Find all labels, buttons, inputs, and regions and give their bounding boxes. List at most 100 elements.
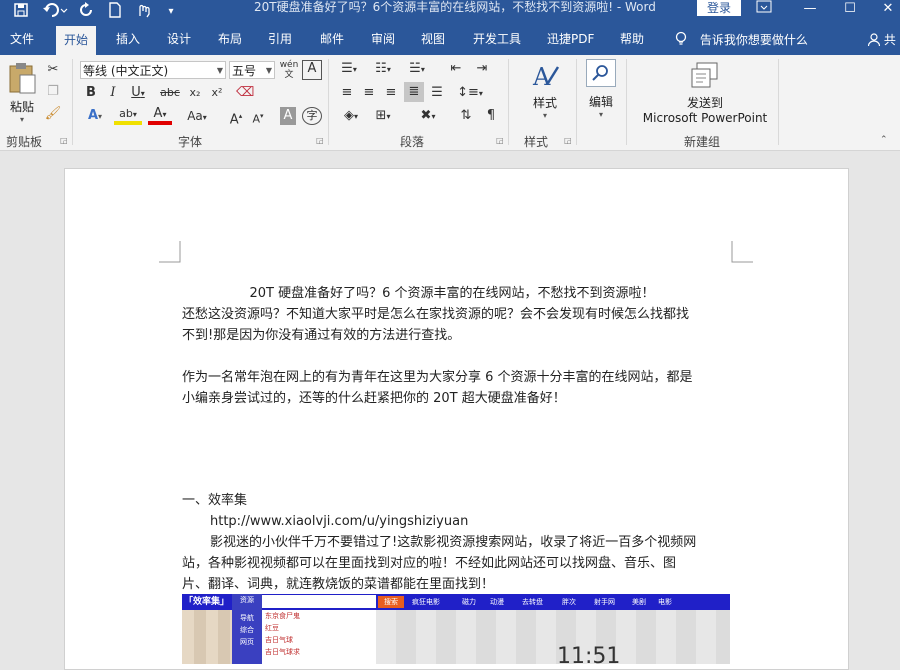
image-suggestion: 吉日气球求 [265,648,300,656]
styles-launcher-icon[interactable]: ◲ [564,136,572,145]
paragraph-1-line-2[interactable]: 不到!那是因为你没有通过有效的方法进行查找。 [182,325,732,346]
styles-dropdown-icon: ▾ [542,111,547,120]
justify-icon[interactable]: ≣ [404,82,424,102]
image-nav: 资源 导航 综合 网页 [232,594,262,664]
strikethrough-icon[interactable]: abc [160,84,180,102]
editing-label: 编辑 [588,95,613,109]
tab-design[interactable]: 设计 [167,31,191,55]
tab-home[interactable]: 开始 [56,26,97,55]
find-icon [586,59,616,87]
tab-file[interactable]: 文件 [10,31,34,55]
tell-me-search[interactable]: 告诉我你想要做什么 [674,31,808,48]
image-nav-item: 综合 [240,626,254,634]
paste-button[interactable]: 粘贴 ▾ [6,61,38,124]
paragraph-1-line-1[interactable]: 还愁这没资源吗？不知道大家平时是怎么在家找资源的呢？会不会发现有时候怎么找都找 [182,304,732,325]
image-clock: 11:51 [557,644,621,664]
underline-icon[interactable]: U▾ [128,84,148,102]
send-to-powerpoint-button[interactable]: 发送到 Microsoft PowerPoint [640,61,770,125]
styles-button[interactable]: A 样式 ▾ [526,61,564,120]
login-button[interactable]: 登录 [697,0,741,16]
section-1-url[interactable]: http://www.xiaolvji.com/u/yingshiziyuan [210,511,760,532]
section-1-line-1[interactable]: 影视迷的小伙伴千万不要错过了!这款影视资源搜索网站，收录了将近一百多个视频网 [210,532,760,553]
customize-icon[interactable]: ▾ [160,2,182,22]
image-menu-item: 胖次 [562,598,576,606]
document-title-line[interactable]: 20T 硬盘准备好了吗？6 个资源丰富的在线网站，不愁找不到资源啦！ [182,283,722,304]
clipboard-launcher-icon[interactable]: ◲ [60,136,68,145]
multilevel-list-icon[interactable]: ☱▾ [404,60,430,78]
align-right-icon[interactable]: ≡ [382,84,400,102]
paragraph-2-line-1[interactable]: 作为一名常年泡在网上的有为青年在这里为大家分享 6 个资源十分丰富的在线网站，都… [182,367,732,388]
font-size-value: 五号 [232,64,257,78]
highlight-color-icon[interactable]: ab▾ [114,107,142,125]
embedded-website-screenshot[interactable]: 「效率集」 资源 导航 综合 网页 搜索 东京食尸鬼 红豆 吉日气球 吉日气球求… [182,594,730,664]
cut-icon[interactable]: ✂ [44,61,62,79]
tab-help[interactable]: 帮助 [620,31,644,55]
character-shading-icon[interactable]: A [280,107,296,125]
section-1-line-3[interactable]: 片、翻译、词典，就连教烧饭的菜谱都能在里面找到！ [182,574,732,595]
italic-icon[interactable]: I [106,84,120,102]
minimize-icon[interactable]: — [798,0,822,22]
crop-mark-top-right [731,241,753,263]
editing-button[interactable]: 编辑 ▾ [584,59,618,119]
bold-icon[interactable]: B [84,84,98,102]
touch-mode-icon[interactable] [132,2,154,22]
font-name-select[interactable]: 等线 (中文正文) ▼ [80,61,226,79]
save-icon[interactable] [10,2,32,22]
shrink-font-icon[interactable]: A▾ [250,107,266,126]
new-doc-icon[interactable] [104,2,126,22]
bullets-icon[interactable]: ☰▾ [336,60,362,78]
show-marks-icon[interactable]: ¶ [482,107,500,125]
ribbon-display-icon[interactable] [752,0,776,22]
font-color-icon[interactable]: A▾ [148,107,172,125]
font-launcher-icon[interactable]: ◲ [316,136,324,145]
copy-icon[interactable]: ❐ [44,83,62,101]
text-effects-icon[interactable]: A▾ [82,107,108,125]
subscript-icon[interactable]: x₂ [186,84,204,102]
maximize-icon[interactable]: ☐ [838,0,862,22]
paragraph-launcher-icon[interactable]: ◲ [496,136,504,145]
numbering-icon[interactable]: ☷▾ [370,60,396,78]
image-suggestions: 东京食尸鬼 红豆 吉日气球 吉日气球求 [262,610,376,664]
clear-formatting-icon[interactable]: ⌫ [236,84,254,102]
paragraph-2-line-2[interactable]: 小编亲身尝试过的，还等的什么赶紧把你的 20T 超大硬盘准备好！ [182,388,732,409]
phonetic-guide-icon[interactable]: wén 文 [279,60,299,80]
undo-icon[interactable] [40,2,70,22]
decrease-indent-icon[interactable]: ⇤ [446,60,466,78]
tab-review[interactable]: 审阅 [371,31,395,55]
tab-view[interactable]: 视图 [421,31,445,55]
clipboard-group-label: 剪贴板 [6,135,43,149]
superscript-icon[interactable]: x² [208,84,226,102]
tab-xunjie-pdf[interactable]: 迅捷PDF [547,31,594,55]
section-1-line-2[interactable]: 站，各种影视视频都可以在里面找到对应的啦！不经如此网站还可以找网盘、音乐、图 [182,553,732,574]
tab-insert[interactable]: 插入 [116,31,140,55]
share-button[interactable]: 共 [867,31,896,48]
align-center-icon[interactable]: ≡ [360,84,378,102]
editing-dropdown-icon: ▾ [598,110,603,119]
group-separator [328,59,329,145]
shading-icon[interactable]: ◈▾ [338,107,364,125]
borders-icon[interactable]: ⊞▾ [370,107,396,125]
grow-font-icon[interactable]: A▴ [228,107,244,127]
tab-developer[interactable]: 开发工具 [473,31,521,55]
close-icon[interactable]: ✕ [876,0,900,22]
sort-icon[interactable]: ⇅ [456,107,476,125]
chinese-layout-icon[interactable]: ✖▾ [414,107,442,125]
image-suggestion: 东京食尸鬼 [265,612,300,620]
image-nav-item: 网页 [240,638,254,646]
collapse-ribbon-icon[interactable]: ⌃ [880,135,888,145]
change-case-icon[interactable]: Aa▾ [182,107,212,125]
character-border-icon[interactable]: A [302,60,322,80]
increase-indent-icon[interactable]: ⇥ [472,60,492,78]
redo-icon[interactable] [76,2,98,22]
tab-mailings[interactable]: 邮件 [320,31,344,55]
enclose-characters-icon[interactable]: 字 [302,107,322,125]
format-painter-icon[interactable]: 🖌 [44,105,62,123]
tab-layout[interactable]: 布局 [218,31,242,55]
align-left-icon[interactable]: ≡ [338,84,356,102]
distributed-icon[interactable]: ☰ [428,84,446,102]
tab-references[interactable]: 引用 [268,31,292,55]
section-1-heading[interactable]: 一、效率集 [182,490,732,511]
font-size-select[interactable]: 五号 ▼ [229,61,275,79]
line-spacing-icon[interactable]: ↕≡▾ [456,84,484,102]
group-separator [72,59,73,145]
